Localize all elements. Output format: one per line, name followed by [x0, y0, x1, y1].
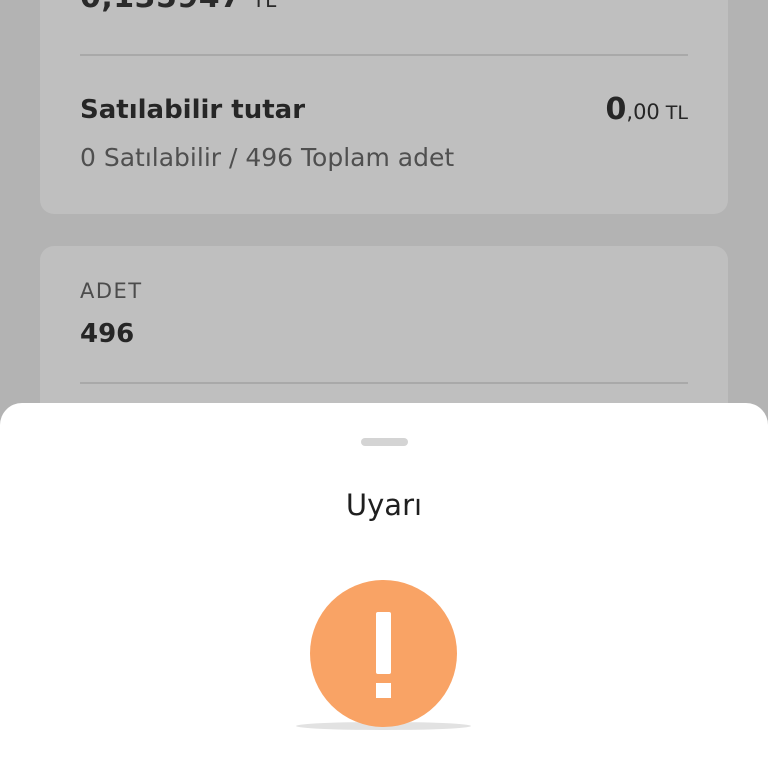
price-value-partial: 0,135947 TL: [80, 0, 277, 15]
sheet-title: Uyarı: [345, 488, 423, 522]
sellable-amount-value: 0,00 TL: [605, 92, 688, 127]
quantity-value[interactable]: 496: [80, 319, 134, 349]
sellable-amount-label: Satılabilir tutar: [80, 95, 306, 125]
exclamation-dot: [376, 683, 391, 698]
quantity-label: ADET: [80, 279, 143, 303]
exclamation-bar: [376, 612, 391, 674]
sheet-drag-handle[interactable]: [361, 438, 408, 446]
divider: [80, 382, 688, 384]
divider: [80, 54, 688, 56]
sellable-quantity-subtitle: 0 Satılabilir / 496 Toplam adet: [80, 143, 455, 172]
